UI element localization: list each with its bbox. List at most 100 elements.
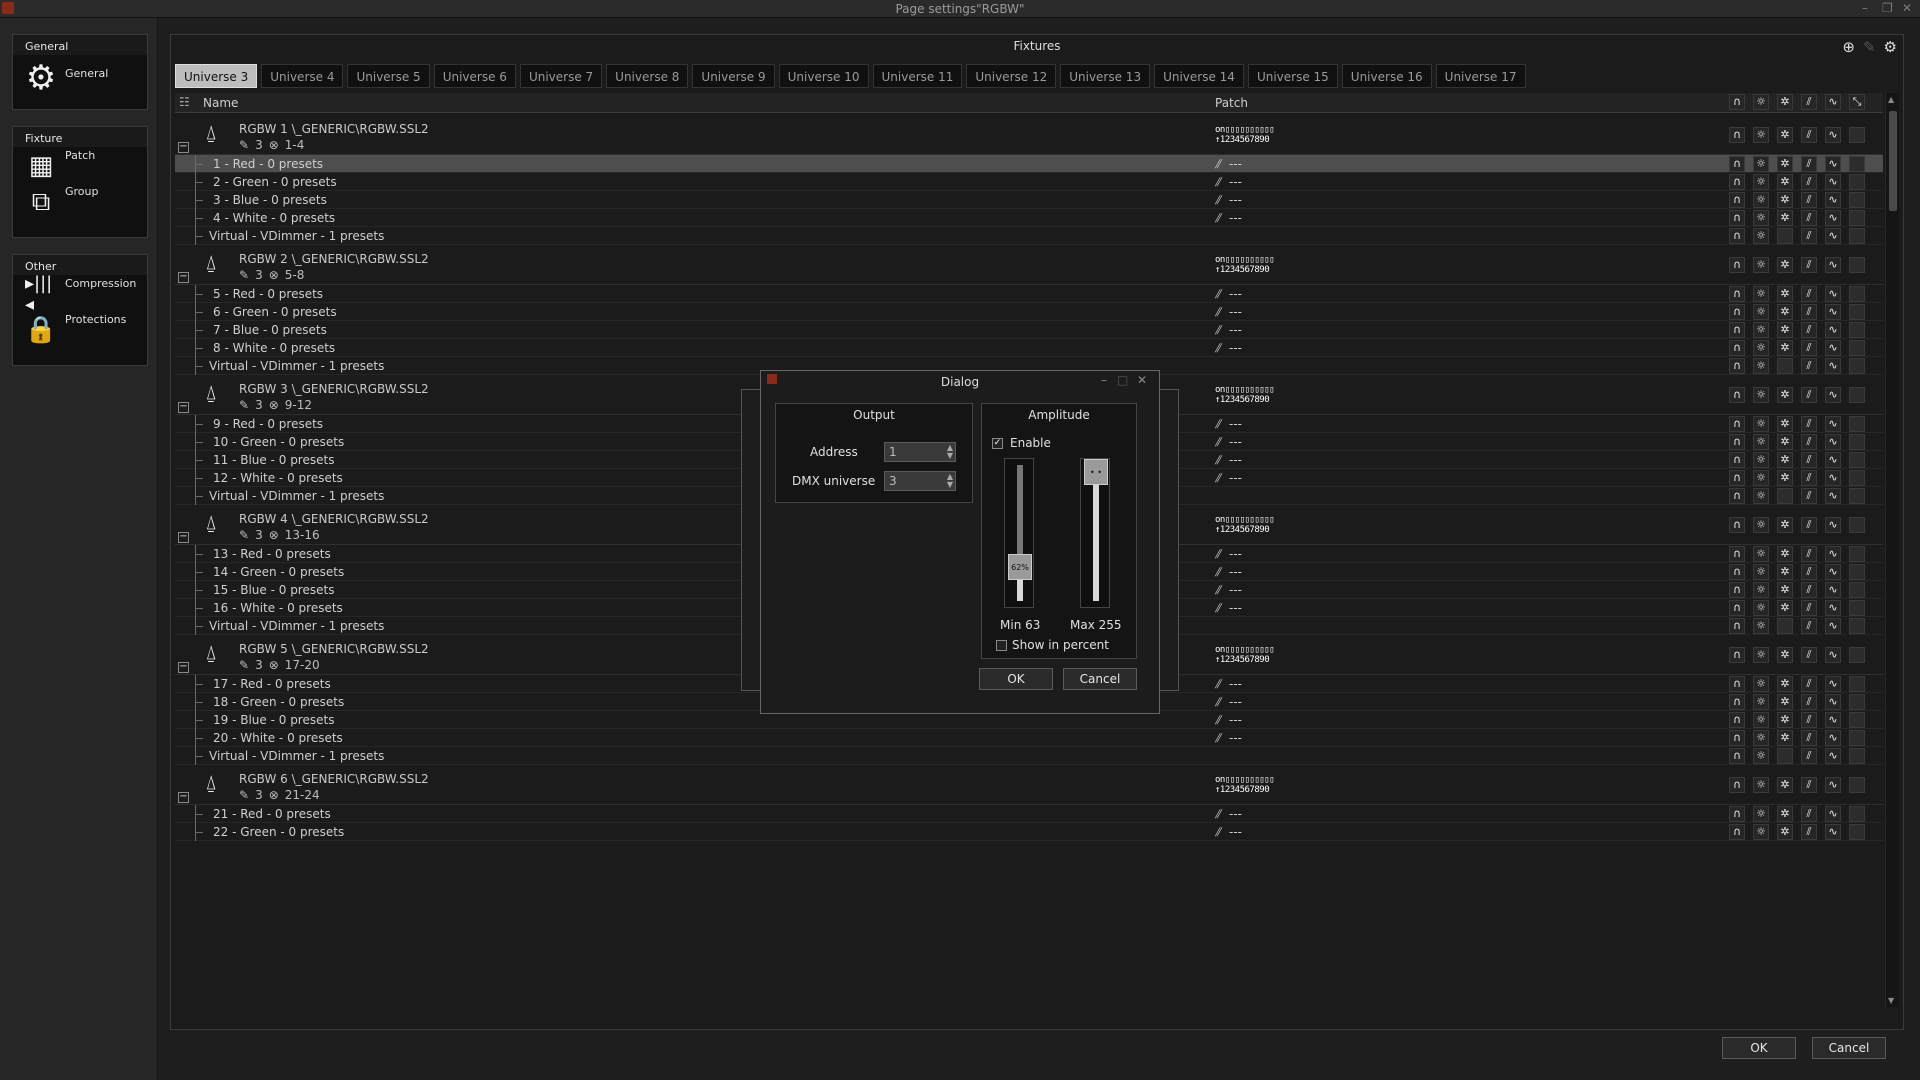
square-icon[interactable] (1849, 777, 1865, 793)
fader-icon[interactable]: ⫽ (1801, 582, 1817, 598)
min-slider[interactable]: 62% (1004, 458, 1034, 608)
channel-row[interactable]: 7 - Blue - 0 presets ⫽ --- ∩ ☼ ✲ ⫽ ∿ (175, 321, 1883, 339)
sun-icon[interactable]: ☼ (1753, 257, 1769, 273)
column-patch[interactable]: Patch (1215, 96, 1248, 110)
square-icon[interactable] (1849, 416, 1865, 432)
channel-row[interactable]: 22 - Green - 0 presets ⫽ --- ∩ ☼ ✲ ⫽ ∿ (175, 823, 1883, 841)
sidebar-item-protections[interactable]: 🔒 Protections (13, 311, 147, 347)
list-tree-icon[interactable]: ☷ (179, 95, 190, 109)
tab-universe[interactable]: Universe 5 (347, 64, 430, 88)
sidebar-item-general[interactable]: ⚙ General (13, 55, 147, 109)
sun-icon[interactable]: ☼ (1753, 824, 1769, 840)
headphones-icon[interactable]: ∩ (1729, 358, 1745, 374)
channel-row[interactable]: 8 - White - 0 presets ⫽ --- ∩ ☼ ✲ ⫽ ∿ (175, 339, 1883, 357)
fader-icon[interactable]: ⫽ (1801, 488, 1817, 504)
square-icon[interactable] (1849, 210, 1865, 226)
gear-icon[interactable]: ✲ (1777, 257, 1793, 273)
fader-icon[interactable]: ⫽ (1801, 546, 1817, 562)
gear-icon[interactable]: ✲ (1777, 94, 1793, 110)
wave-icon[interactable]: ∿ (1825, 416, 1841, 432)
headphones-icon[interactable]: ∩ (1729, 564, 1745, 580)
sun-icon[interactable]: ☼ (1753, 647, 1769, 663)
tab-universe[interactable]: Universe 13 (1060, 64, 1151, 88)
channel-row[interactable]: Virtual - VDimmer - 1 presets ∩ ☼ ⫽ ∿ (175, 227, 1883, 245)
gear-icon[interactable]: ✲ (1777, 517, 1793, 533)
headphones-icon[interactable]: ∩ (1729, 127, 1745, 143)
channel-row[interactable]: 2 - Green - 0 presets ⫽ --- ∩ ☼ ✲ ⫽ ∿ (175, 173, 1883, 191)
tab-universe[interactable]: Universe 4 (261, 64, 344, 88)
tab-universe[interactable]: Universe 15 (1247, 64, 1338, 88)
gear-icon[interactable]: ✲ (1777, 174, 1793, 190)
edit-icon[interactable]: ✎ (1863, 38, 1876, 56)
fader-icon[interactable]: ⫽ (1801, 127, 1817, 143)
sidebar-item-group[interactable]: ⧉ Group (13, 183, 147, 219)
gear-icon[interactable]: ✲ (1777, 712, 1793, 728)
fader-icon[interactable]: ⫽ (1801, 192, 1817, 208)
channel-row[interactable]: 20 - White - 0 presets ⫽ --- ∩ ☼ ✲ ⫽ ∿ (175, 729, 1883, 747)
fader-icon[interactable]: ⫽ (1801, 600, 1817, 616)
headphones-icon[interactable]: ∩ (1729, 322, 1745, 338)
sun-icon[interactable]: ☼ (1753, 174, 1769, 190)
wave-icon[interactable]: ∿ (1825, 806, 1841, 822)
fixture-row[interactable]: − ⍙ RGBW 6 \_GENERIC\RGBW.SSL2 ✎ 3 ⊗ 21-24 on▯▯… (175, 765, 1883, 805)
expand-icon[interactable]: ⤡ (1849, 94, 1865, 110)
gear-icon[interactable]: ✲ (1777, 600, 1793, 616)
fader-icon[interactable]: ⫽ (1801, 340, 1817, 356)
collapse-toggle-icon[interactable]: − (178, 402, 189, 413)
gear-icon[interactable]: ✲ (1777, 824, 1793, 840)
wave-icon[interactable]: ∿ (1825, 358, 1841, 374)
sidebar-item-compression[interactable]: ▸|||◂ Compression (13, 273, 147, 315)
tab-universe[interactable]: Universe 9 (692, 64, 775, 88)
wave-icon[interactable]: ∿ (1825, 824, 1841, 840)
square-icon[interactable] (1849, 582, 1865, 598)
wave-icon[interactable]: ∿ (1825, 694, 1841, 710)
wave-icon[interactable]: ∿ (1825, 647, 1841, 663)
dialog-cancel-button[interactable]: Cancel (1063, 668, 1137, 690)
wave-icon[interactable]: ∿ (1825, 582, 1841, 598)
sun-icon[interactable]: ☼ (1753, 127, 1769, 143)
square-icon[interactable] (1849, 228, 1865, 244)
square-icon[interactable] (1849, 358, 1865, 374)
gear-icon[interactable]: ✲ (1777, 127, 1793, 143)
square-icon[interactable] (1849, 257, 1865, 273)
sun-icon[interactable]: ☼ (1753, 618, 1769, 634)
headphones-icon[interactable]: ∩ (1729, 156, 1745, 172)
square-icon[interactable] (1849, 322, 1865, 338)
sun-icon[interactable]: ☼ (1753, 546, 1769, 562)
sun-icon[interactable]: ☼ (1753, 416, 1769, 432)
gear-icon[interactable]: ✲ (1777, 694, 1793, 710)
wave-icon[interactable]: ∿ (1825, 546, 1841, 562)
fader-icon[interactable]: ⫽ (1801, 730, 1817, 746)
wave-icon[interactable]: ∿ (1825, 676, 1841, 692)
gear-icon[interactable]: ✲ (1777, 777, 1793, 793)
headphones-icon[interactable]: ∩ (1729, 488, 1745, 504)
tab-universe[interactable]: Universe 11 (872, 64, 963, 88)
cancel-button[interactable]: Cancel (1812, 1037, 1886, 1059)
headphones-icon[interactable]: ∩ (1729, 470, 1745, 486)
fader-icon[interactable]: ⫽ (1801, 174, 1817, 190)
sun-icon[interactable]: ☼ (1753, 488, 1769, 504)
tab-universe[interactable]: Universe 7 (519, 64, 603, 88)
headphones-icon[interactable]: ∩ (1729, 618, 1745, 634)
gear-icon[interactable]: ✲ (1777, 156, 1793, 172)
fader-icon[interactable]: ⫽ (1801, 210, 1817, 226)
wave-icon[interactable]: ∿ (1825, 470, 1841, 486)
sun-icon[interactable]: ☼ (1753, 322, 1769, 338)
headphones-icon[interactable]: ∩ (1729, 434, 1745, 450)
headphones-icon[interactable]: ∩ (1729, 676, 1745, 692)
sun-icon[interactable]: ☼ (1753, 777, 1769, 793)
sun-icon[interactable]: ☼ (1753, 694, 1769, 710)
gear-icon[interactable]: ✲ (1777, 286, 1793, 302)
square-icon[interactable] (1849, 748, 1865, 764)
gear-icon[interactable]: ✲ (1777, 730, 1793, 746)
headphones-icon[interactable]: ∩ (1729, 387, 1745, 403)
headphones-icon[interactable]: ∩ (1729, 730, 1745, 746)
square-icon[interactable] (1849, 730, 1865, 746)
square-icon[interactable] (1849, 156, 1865, 172)
tab-universe[interactable]: Universe 14 (1154, 64, 1244, 88)
gear-icon[interactable]: ✲ (1777, 304, 1793, 320)
minimize-icon[interactable]: – (1101, 373, 1107, 387)
scroll-up-icon[interactable]: ▲ (1888, 95, 1894, 104)
wave-icon[interactable]: ∿ (1825, 488, 1841, 504)
headphones-icon[interactable]: ∩ (1729, 257, 1745, 273)
